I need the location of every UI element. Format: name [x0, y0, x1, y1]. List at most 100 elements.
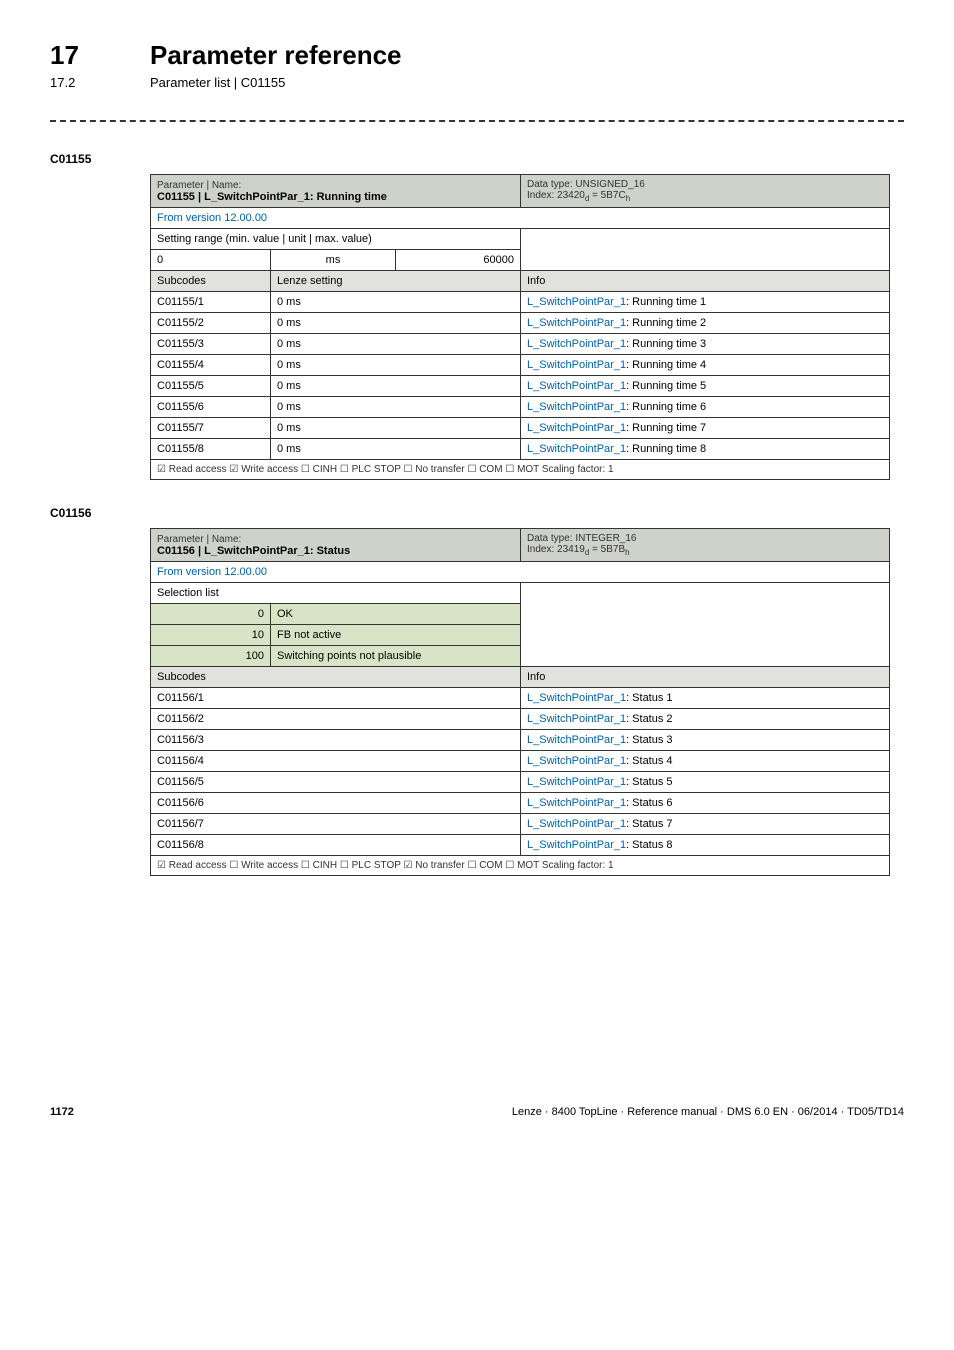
subcode: C01155/3: [151, 334, 271, 355]
fb-link[interactable]: L_SwitchPointPar_1: [527, 317, 626, 329]
selection-num: 10: [151, 625, 271, 646]
value: 0 ms: [271, 397, 521, 418]
subcode: C01155/1: [151, 292, 271, 313]
table-row: C01156/5 L_SwitchPointPar_1: Status 5: [151, 772, 890, 793]
chapter-number: 17: [50, 40, 150, 71]
info-text: : Running time 8: [626, 443, 706, 455]
access-row: ☑ Read access ☐ Write access ☐ CINH ☐ PL…: [151, 856, 890, 876]
value: 0 ms: [271, 355, 521, 376]
table-row: C01156/6 L_SwitchPointPar_1: Status 6: [151, 793, 890, 814]
selection-text: Switching points not plausible: [271, 646, 521, 667]
code-heading: C01155: [50, 152, 904, 166]
page-footer: 1172 Lenze · 8400 TopLine · Reference ma…: [0, 1106, 954, 1148]
subcode: C01155/7: [151, 418, 271, 439]
subcode: C01156/3: [151, 730, 521, 751]
parameter-table-c01155: Parameter | Name: C01155 | L_SwitchPoint…: [150, 174, 890, 480]
subcode: C01155/4: [151, 355, 271, 376]
info-text: : Running time 2: [626, 317, 706, 329]
fb-link[interactable]: L_SwitchPointPar_1: [527, 839, 626, 851]
table-row: C01155/4 0 ms L_SwitchPointPar_1: Runnin…: [151, 355, 890, 376]
index-b: = 5B7B: [589, 544, 625, 555]
info-text: : Running time 7: [626, 422, 706, 434]
chapter-title: Parameter reference: [150, 40, 402, 71]
info-text: : Status 4: [626, 755, 672, 767]
subcode: C01155/6: [151, 397, 271, 418]
table-row: C01155/5 0 ms L_SwitchPointPar_1: Runnin…: [151, 376, 890, 397]
index-b: = 5B7C: [589, 190, 625, 201]
table-row: C01155/7 0 ms L_SwitchPointPar_1: Runnin…: [151, 418, 890, 439]
fb-link[interactable]: L_SwitchPointPar_1: [527, 380, 626, 392]
param-name-value: C01156 | L_SwitchPointPar_1: Status: [157, 545, 350, 557]
table-row: C01155/2 0 ms L_SwitchPointPar_1: Runnin…: [151, 313, 890, 334]
fb-link[interactable]: L_SwitchPointPar_1: [527, 338, 626, 350]
fb-link[interactable]: L_SwitchPointPar_1: [527, 401, 626, 413]
selection-text: FB not active: [271, 625, 521, 646]
table-row: C01155/6 0 ms L_SwitchPointPar_1: Runnin…: [151, 397, 890, 418]
max-value: 60000: [396, 250, 521, 271]
footer-text: Lenze · 8400 TopLine · Reference manual …: [512, 1106, 904, 1118]
fb-link[interactable]: L_SwitchPointPar_1: [527, 755, 626, 767]
table-row: C01156/1 L_SwitchPointPar_1: Status 1: [151, 688, 890, 709]
param-name-label: Parameter | Name:: [157, 180, 241, 191]
subcodes-header: Subcodes: [151, 271, 271, 292]
page-number: 1172: [50, 1106, 74, 1118]
value: 0 ms: [271, 376, 521, 397]
table-row: C01156/7 L_SwitchPointPar_1: Status 7: [151, 814, 890, 835]
subcode: C01156/1: [151, 688, 521, 709]
version-link[interactable]: From version 12.00.00: [151, 208, 890, 229]
info-text: : Running time 4: [626, 359, 706, 371]
info-text: : Status 7: [626, 818, 672, 830]
table-row: C01156/4 L_SwitchPointPar_1: Status 4: [151, 751, 890, 772]
fb-link[interactable]: L_SwitchPointPar_1: [527, 713, 626, 725]
info-header: Info: [521, 667, 890, 688]
table-row: C01155/8 0 ms L_SwitchPointPar_1: Runnin…: [151, 439, 890, 460]
data-type: Data type: INTEGER_16: [527, 533, 637, 544]
subcode: C01155/8: [151, 439, 271, 460]
subcode: C01156/6: [151, 793, 521, 814]
table-row: C01156/3 L_SwitchPointPar_1: Status 3: [151, 730, 890, 751]
info-text: : Running time 1: [626, 296, 706, 308]
info-text: : Status 5: [626, 776, 672, 788]
info-text: : Status 3: [626, 734, 672, 746]
section-title: Parameter list | C01155: [150, 75, 285, 90]
fb-link[interactable]: L_SwitchPointPar_1: [527, 359, 626, 371]
selection-num: 100: [151, 646, 271, 667]
fb-link[interactable]: L_SwitchPointPar_1: [527, 776, 626, 788]
info-text: : Status 6: [626, 797, 672, 809]
selection-num: 0: [151, 604, 271, 625]
table-row: C01156/2 L_SwitchPointPar_1: Status 2: [151, 709, 890, 730]
table-row: C01155/1 0 ms L_SwitchPointPar_1: Runnin…: [151, 292, 890, 313]
info-text: : Running time 5: [626, 380, 706, 392]
index-a: Index: 23419: [527, 544, 585, 555]
selection-list-header: Selection list: [151, 583, 521, 604]
data-type: Data type: UNSIGNED_16: [527, 179, 645, 190]
access-row: ☑ Read access ☑ Write access ☐ CINH ☐ PL…: [151, 460, 890, 480]
subcode: C01155/5: [151, 376, 271, 397]
info-text: : Status 8: [626, 839, 672, 851]
subcodes-header: Subcodes: [151, 667, 521, 688]
param-name-value: C01155 | L_SwitchPointPar_1: Running tim…: [157, 191, 387, 203]
value: 0 ms: [271, 439, 521, 460]
index-a: Index: 23420: [527, 190, 585, 201]
fb-link[interactable]: L_SwitchPointPar_1: [527, 797, 626, 809]
version-link[interactable]: From version 12.00.00: [151, 562, 890, 583]
fb-link[interactable]: L_SwitchPointPar_1: [527, 296, 626, 308]
fb-link[interactable]: L_SwitchPointPar_1: [527, 818, 626, 830]
fb-link[interactable]: L_SwitchPointPar_1: [527, 734, 626, 746]
subcode: C01155/2: [151, 313, 271, 334]
parameter-table-c01156: Parameter | Name: C01156 | L_SwitchPoint…: [150, 528, 890, 876]
param-name-label: Parameter | Name:: [157, 534, 241, 545]
value: 0 ms: [271, 292, 521, 313]
setting-range-label: Setting range (min. value | unit | max. …: [151, 229, 521, 250]
subcode: C01156/4: [151, 751, 521, 772]
value: 0 ms: [271, 313, 521, 334]
info-text: : Status 1: [626, 692, 672, 704]
fb-link[interactable]: L_SwitchPointPar_1: [527, 422, 626, 434]
subcode: C01156/2: [151, 709, 521, 730]
fb-link[interactable]: L_SwitchPointPar_1: [527, 692, 626, 704]
page-header: 17 Parameter reference 17.2 Parameter li…: [50, 40, 904, 90]
info-header: Info: [521, 271, 890, 292]
fb-link[interactable]: L_SwitchPointPar_1: [527, 443, 626, 455]
table-row: C01155/3 0 ms L_SwitchPointPar_1: Runnin…: [151, 334, 890, 355]
unit-value: ms: [271, 250, 396, 271]
